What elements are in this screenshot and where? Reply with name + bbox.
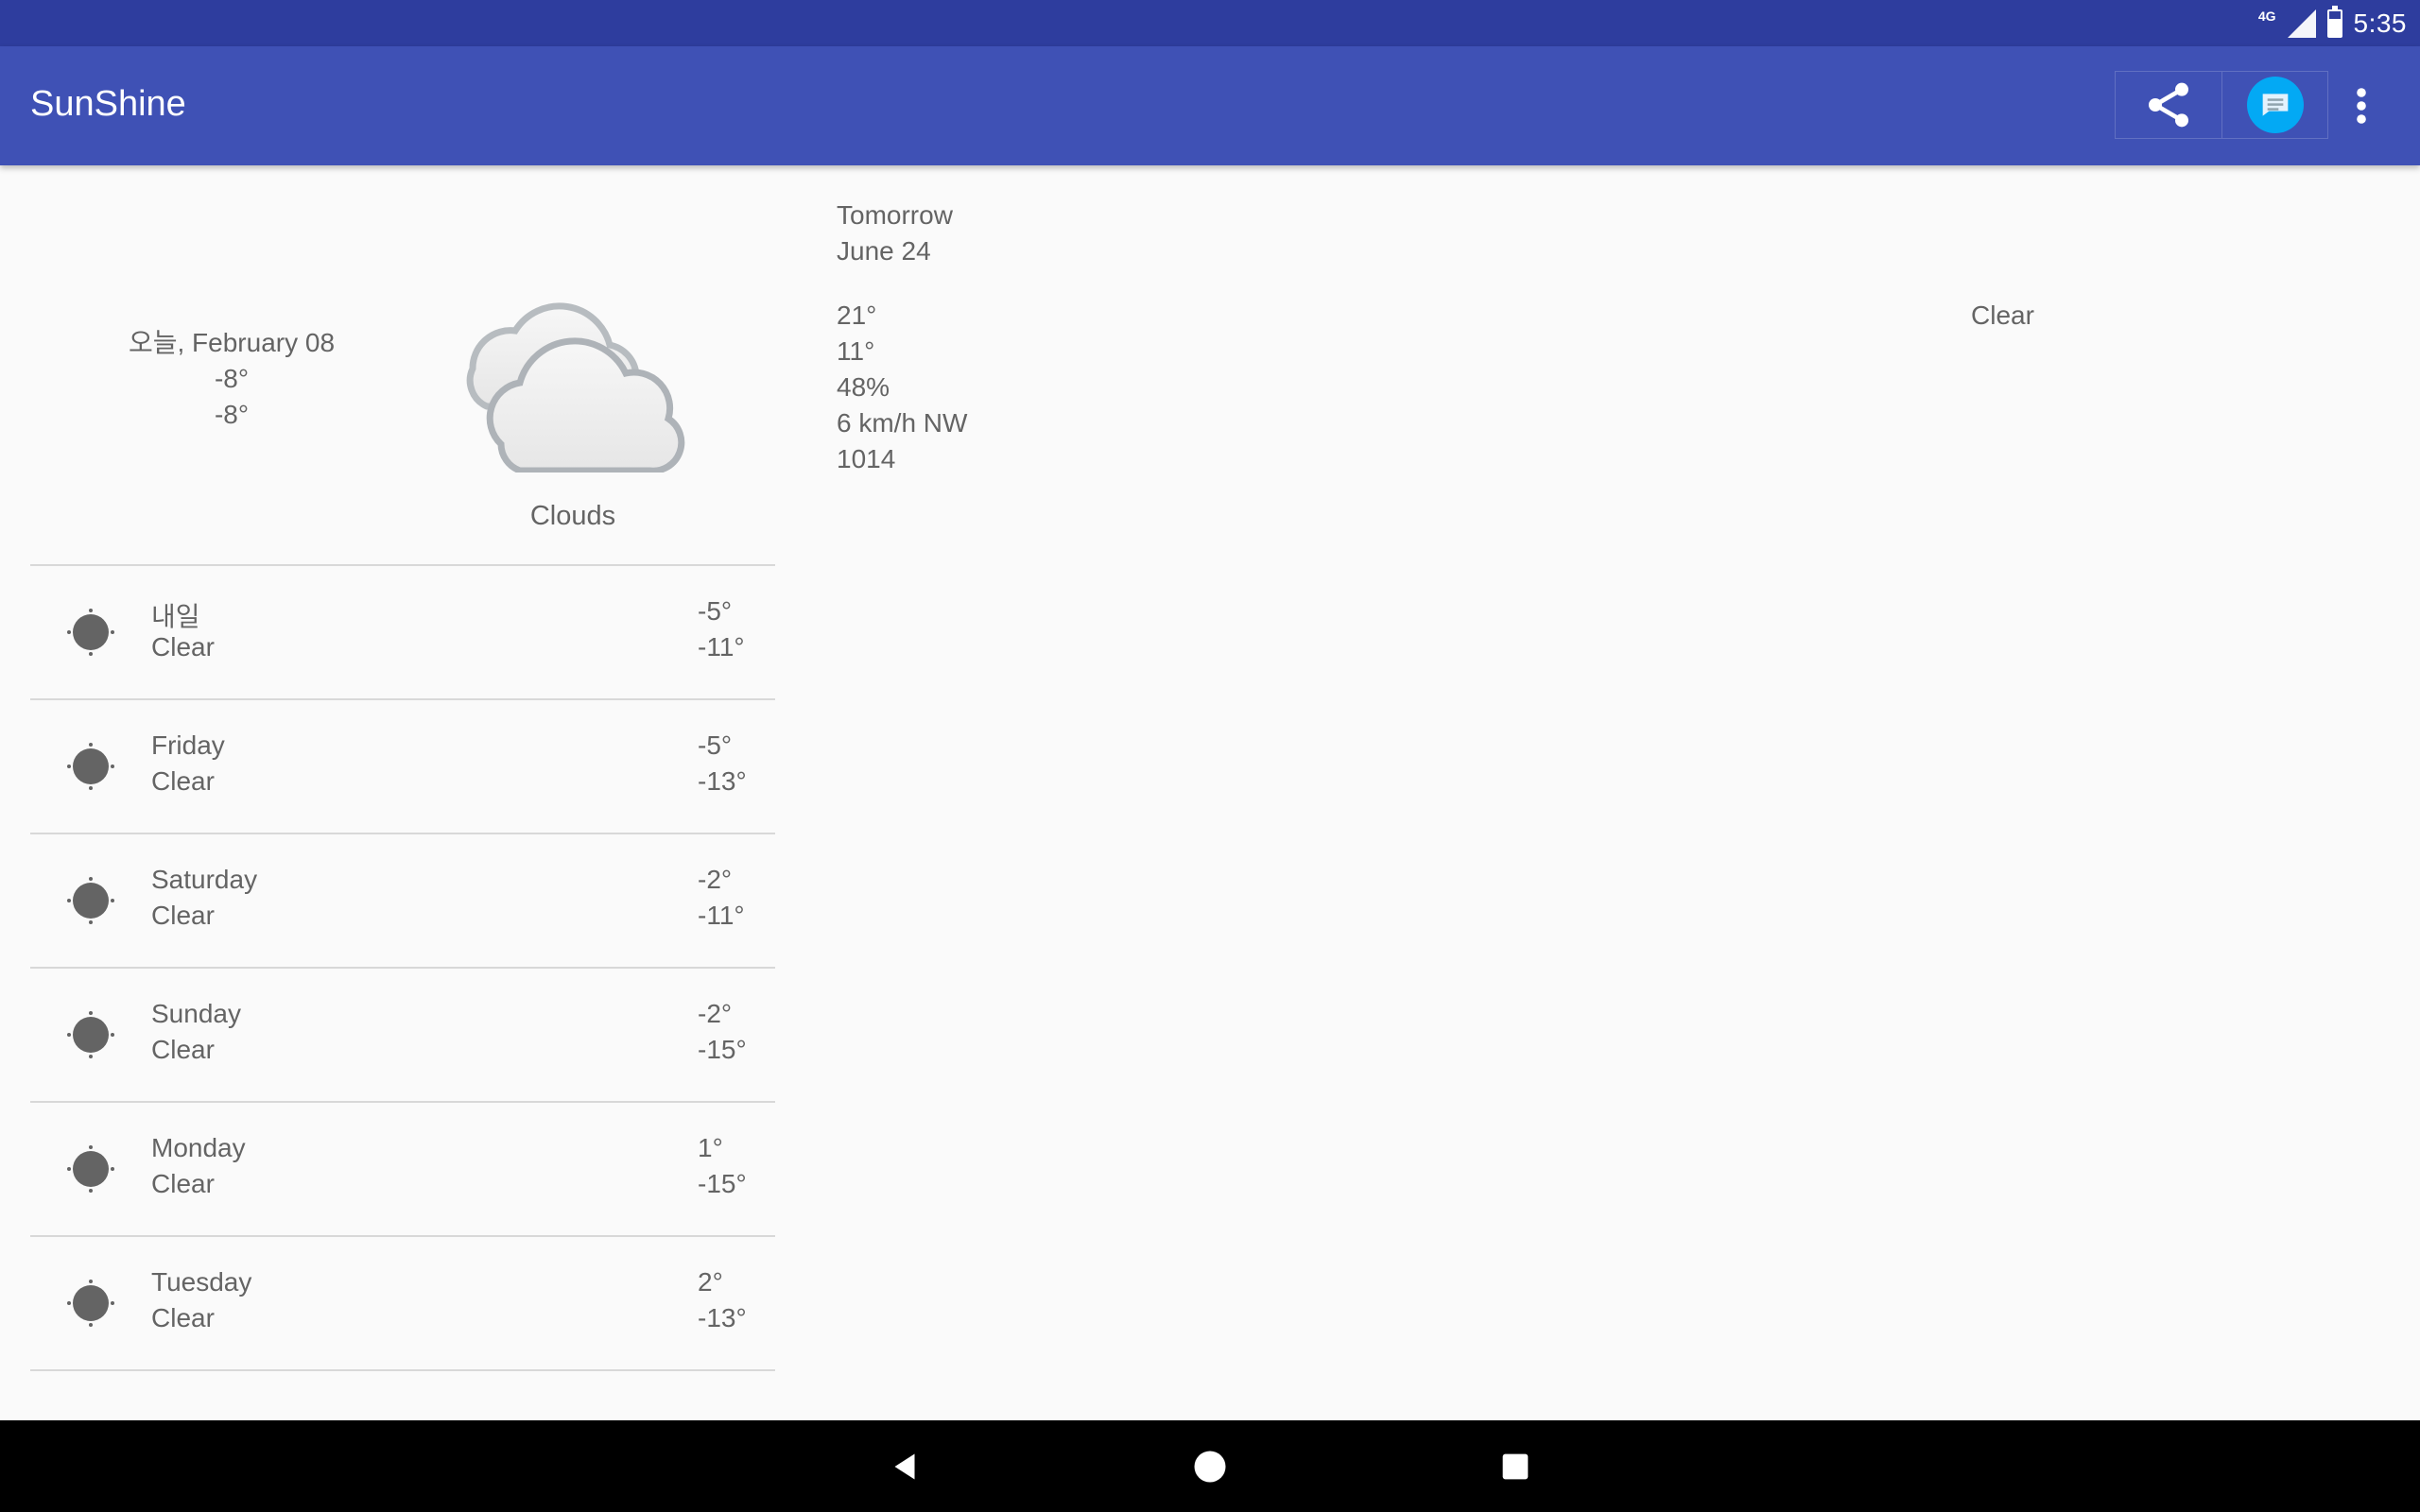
share-icon: [2149, 82, 2188, 128]
clear-icon: [67, 1145, 114, 1193]
detail-pane: Tomorrow June 24 21° 11° 48% 6 km/h NW 1…: [837, 198, 967, 477]
forecast-condition: Clear: [151, 1035, 215, 1064]
today-condition: Clouds: [529, 501, 616, 531]
forecast-condition: Clear: [151, 632, 215, 662]
detail-wind: 6 km/h NW: [837, 408, 968, 438]
today-high: -8°: [214, 364, 250, 393]
detail-day: Tomorrow: [837, 200, 953, 230]
message-button[interactable]: [2221, 72, 2327, 138]
forecast-high: -5°: [698, 596, 733, 626]
forecast-low: -15°: [698, 1035, 747, 1064]
back-icon: [894, 1453, 915, 1480]
detail-date: June 24: [837, 236, 931, 266]
forecast-low: -15°: [698, 1169, 747, 1198]
forecast-day: Tuesday: [151, 1267, 252, 1297]
clear-icon: [67, 1280, 114, 1327]
forecast-high: -2°: [698, 865, 733, 894]
home-button[interactable]: [1186, 1443, 1234, 1490]
forecast-day: Friday: [151, 730, 225, 760]
today-date: 오늘, February 08: [128, 328, 336, 357]
back-button[interactable]: [881, 1443, 928, 1490]
forecast-high: 2°: [698, 1267, 723, 1297]
action-group: [2115, 71, 2328, 139]
app-title: SunShine: [30, 84, 186, 124]
detail-humidity: 48%: [837, 372, 890, 402]
more-options-button[interactable]: [2342, 84, 2380, 128]
more-vert-icon: [2357, 88, 2366, 124]
forecast-day: Sunday: [151, 999, 241, 1028]
forecast-low: -11°: [698, 901, 745, 930]
status-time: 5:35: [2353, 8, 2407, 38]
share-button[interactable]: [2116, 72, 2221, 138]
forecast-condition: Clear: [151, 1303, 215, 1332]
clouds-icon: [466, 302, 685, 472]
forecast-list: 내일 Clear -5° -11° Friday Clear -5° -13° …: [30, 566, 775, 1371]
status-bar: 4G 5:35: [0, 0, 2420, 46]
clear-icon: [67, 1011, 114, 1058]
signal-icon: [2287, 9, 2316, 38]
navigation-bar: [0, 1420, 2420, 1512]
list-item[interactable]: 내일 Clear -5° -11°: [30, 566, 775, 700]
list-item[interactable]: Friday Clear -5° -13°: [30, 700, 775, 834]
forecast-day: Monday: [151, 1133, 246, 1162]
recents-button[interactable]: [1492, 1443, 1539, 1490]
detail-condition: Clear: [1971, 301, 2034, 330]
detail-low: 11°: [837, 336, 875, 366]
detail-high: 21°: [837, 301, 877, 330]
recents-icon: [1502, 1453, 1529, 1480]
clear-icon: [67, 609, 114, 656]
list-item[interactable]: Tuesday Clear 2° -13°: [30, 1237, 775, 1371]
forecast-low: -11°: [698, 632, 745, 662]
detail-pressure: 1014: [837, 444, 896, 473]
list-item[interactable]: Saturday Clear -2° -11°: [30, 834, 775, 969]
network-type: 4G: [2257, 8, 2276, 24]
battery-icon: [2326, 5, 2342, 38]
message-icon: [2246, 77, 2304, 133]
today-low: -8°: [214, 400, 250, 429]
forecast-high: -5°: [698, 730, 733, 760]
clear-icon: [67, 877, 114, 924]
forecast-high: 1°: [698, 1133, 723, 1162]
forecast-low: -13°: [698, 1303, 747, 1332]
forecast-condition: Clear: [151, 901, 215, 930]
forecast-low: -13°: [698, 766, 747, 796]
forecast-condition: Clear: [151, 766, 215, 796]
forecast-high: -2°: [698, 999, 733, 1028]
forecast-day: 내일: [151, 602, 200, 631]
app-bar: SunShine: [0, 46, 2420, 165]
forecast-condition: Clear: [151, 1169, 215, 1198]
list-item[interactable]: Monday Clear 1° -15°: [30, 1103, 775, 1237]
clear-icon: [67, 743, 114, 790]
list-item[interactable]: Sunday Clear -2° -15°: [30, 969, 775, 1103]
home-icon: [1194, 1451, 1226, 1483]
today-summary: 오늘, February 08 -8° -8°: [30, 325, 433, 433]
forecast-day: Saturday: [151, 865, 258, 894]
